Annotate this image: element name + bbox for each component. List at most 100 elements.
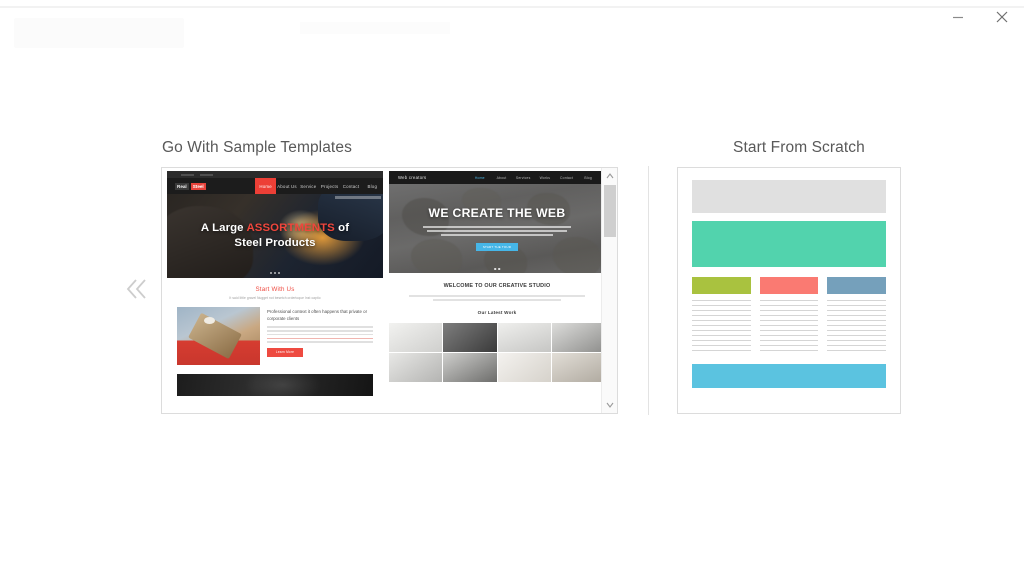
t2-hero-subtext bbox=[420, 225, 575, 239]
wireframe-line bbox=[827, 345, 887, 346]
t1-utility-item bbox=[181, 173, 194, 176]
close-button[interactable] bbox=[980, 0, 1024, 34]
t1-hero-text: A Large ASSORTMENTS of Steel Products bbox=[167, 194, 383, 278]
template-card-web-creators[interactable]: Web creators Home About Services Works C… bbox=[389, 171, 601, 410]
t1-logo: Real Steel bbox=[167, 178, 255, 194]
wireframe-line bbox=[692, 350, 751, 351]
close-icon bbox=[996, 11, 1008, 23]
t1-carousel-dot bbox=[278, 272, 280, 274]
t1-text-line bbox=[267, 341, 373, 343]
t2-hero-cta-button: START THE TOUR bbox=[476, 242, 518, 252]
wireframe-line bbox=[692, 320, 751, 321]
chevron-up-icon bbox=[606, 173, 613, 179]
t1-feature-heading: Professional context it often happens th… bbox=[267, 309, 368, 321]
wireframe-line bbox=[759, 300, 819, 301]
t2-portfolio-item bbox=[389, 352, 443, 382]
t1-body: Start With Us It said little gravel Nugg… bbox=[167, 278, 383, 396]
wireframe-footer-block bbox=[692, 364, 886, 388]
t2-menu-item-home: Home bbox=[474, 175, 485, 180]
titlebar-ghost-strip bbox=[0, 6, 1024, 8]
t2-hero-content: WE CREATE THE WEB START THE TOUR bbox=[389, 184, 601, 273]
t2-carousel-dot bbox=[497, 268, 500, 270]
wireframe-line bbox=[692, 340, 751, 341]
chevron-down-icon bbox=[606, 402, 614, 408]
t1-menu-item-home: Home bbox=[255, 178, 277, 194]
t1-logo-second: Steel bbox=[190, 182, 206, 190]
start-from-scratch-card[interactable] bbox=[677, 167, 901, 414]
wireframe-line bbox=[692, 325, 751, 326]
t2-navbar: Web creators Home About Services Works C… bbox=[389, 171, 601, 184]
t2-section-title: WELCOME TO OUR CREATIVE STUDIO bbox=[443, 283, 551, 289]
wireframe-header-block bbox=[692, 180, 886, 213]
wireframe-line bbox=[827, 350, 887, 351]
wireframe-line bbox=[692, 315, 751, 316]
t1-utility-bar bbox=[167, 171, 383, 178]
t1-carousel-dot bbox=[274, 272, 276, 274]
t2-hero-line bbox=[441, 234, 553, 236]
wireframe-line bbox=[759, 305, 819, 306]
wireframe-text-lines bbox=[692, 300, 751, 351]
minimize-button[interactable] bbox=[936, 0, 980, 34]
t2-hero-line bbox=[427, 230, 567, 232]
t2-menu: Home About Services Works Contact Blog bbox=[469, 176, 601, 180]
minimize-icon bbox=[953, 16, 963, 19]
t1-navbar: Real Steel Home About Us Service Project… bbox=[167, 178, 383, 194]
t1-text-line-highlight bbox=[267, 337, 373, 340]
window-titlebar bbox=[0, 0, 1024, 48]
samples-section-heading: Go With Sample Templates bbox=[162, 139, 352, 156]
t2-logo: Web creators bbox=[398, 175, 427, 180]
t1-feature-image bbox=[177, 307, 260, 365]
wireframe-line bbox=[827, 310, 887, 311]
t1-text-line bbox=[267, 330, 373, 332]
wireframe-line bbox=[759, 315, 819, 316]
t1-carousel-dot bbox=[270, 272, 272, 274]
scrollbar-down-button[interactable] bbox=[602, 397, 617, 413]
t1-menu: Home About Us Service Projects Contact B… bbox=[255, 178, 383, 194]
wireframe-line bbox=[827, 320, 887, 321]
t2-menu-item-contact: Contact bbox=[559, 175, 574, 180]
t2-portfolio-item bbox=[497, 352, 551, 382]
t1-footer bbox=[177, 374, 373, 396]
t2-portfolio-item bbox=[497, 322, 551, 352]
t1-feature-text: Professional context it often happens th… bbox=[267, 307, 373, 365]
t1-section-title: Start With Us bbox=[255, 286, 295, 293]
section-divider bbox=[648, 166, 649, 415]
t1-feature-body-lines bbox=[267, 326, 373, 343]
t2-menu-item-about: About bbox=[496, 175, 507, 180]
t2-portfolio-item bbox=[551, 352, 601, 382]
chevron-double-left-icon bbox=[126, 279, 146, 299]
wireframe-line bbox=[692, 310, 751, 311]
wireframe-line bbox=[827, 315, 887, 316]
wireframe-line bbox=[827, 340, 887, 341]
t2-menu-item-services: Services bbox=[515, 175, 531, 180]
scrollbar-thumb[interactable] bbox=[604, 185, 616, 237]
scrollbar-up-button[interactable] bbox=[602, 168, 617, 184]
t1-menu-item-blog: Blog bbox=[367, 183, 378, 189]
wireframe-text-lines bbox=[759, 300, 819, 351]
t2-hero-title: WE CREATE THE WEB bbox=[428, 205, 566, 220]
wireframe-line bbox=[692, 300, 751, 301]
t2-carousel-dots bbox=[494, 268, 500, 270]
t1-menu-item-service: Service bbox=[300, 183, 317, 189]
t2-portfolio-grid bbox=[389, 322, 601, 382]
window-controls bbox=[936, 0, 1024, 34]
previous-templates-button[interactable] bbox=[120, 272, 154, 306]
t2-menu-item-works: Works bbox=[539, 175, 551, 180]
wireframe-color-block-1 bbox=[692, 277, 751, 294]
t1-logo-first: Real bbox=[175, 182, 189, 190]
templates-viewport: Real Steel Home About Us Service Project… bbox=[162, 168, 601, 413]
templates-scrollbar[interactable] bbox=[601, 168, 617, 413]
wireframe-line bbox=[759, 340, 819, 341]
wireframe-line bbox=[692, 335, 751, 336]
wireframe-line bbox=[692, 330, 751, 331]
template-card-real-steel[interactable]: Real Steel Home About Us Service Project… bbox=[167, 171, 383, 410]
t1-hero: A Large ASSORTMENTS of Steel Products bbox=[167, 194, 383, 278]
t1-menu-item-contact: Contact bbox=[342, 183, 360, 189]
t2-portfolio-item bbox=[551, 322, 601, 352]
sample-templates-panel: Real Steel Home About Us Service Project… bbox=[161, 167, 618, 414]
t1-text-line bbox=[267, 333, 373, 336]
t2-portfolio-item bbox=[443, 322, 497, 352]
wireframe-line bbox=[759, 325, 819, 326]
wireframe-line bbox=[827, 330, 887, 331]
t2-portfolio-item bbox=[443, 352, 497, 382]
